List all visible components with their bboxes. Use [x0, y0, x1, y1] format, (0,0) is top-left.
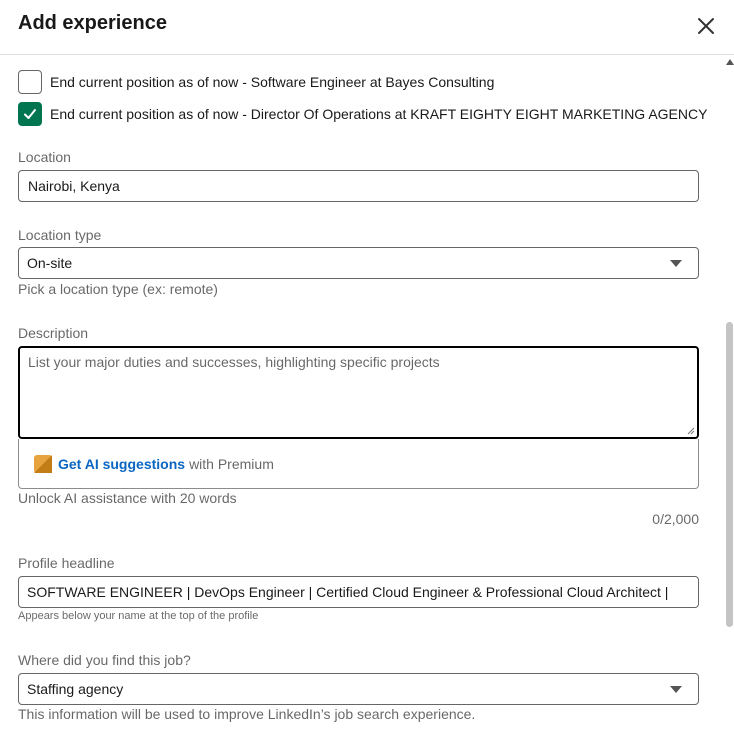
description-textarea[interactable]: List your major duties and successes, hi… [18, 346, 699, 439]
location-label: Location [18, 149, 71, 165]
end-position-kraft-label[interactable]: End current position as of now - Directo… [50, 106, 707, 122]
end-position-kraft-checkbox[interactable] [18, 102, 42, 126]
ai-suggestions-box: Get AI suggestions with Premium [18, 439, 699, 489]
form-body: End current position as of now - Softwar… [0, 56, 734, 740]
description-placeholder: List your major duties and successes, hi… [28, 354, 440, 370]
chevron-down-icon [670, 686, 682, 693]
end-position-kraft-row[interactable]: End current position as of now - Directo… [18, 102, 707, 126]
ai-suggestions-suffix: with Premium [189, 455, 274, 472]
job-source-select[interactable]: Staffing agency [18, 673, 699, 705]
resize-handle-icon[interactable] [687, 427, 695, 435]
description-label: Description [18, 325, 89, 341]
location-type-value: On-site [27, 255, 73, 271]
premium-badge-icon [34, 454, 52, 473]
end-position-bayes-label[interactable]: End current position as of now - Softwar… [50, 74, 494, 90]
end-position-bayes-checkbox[interactable] [18, 70, 42, 94]
get-ai-suggestions-link[interactable]: Get AI suggestions [58, 456, 185, 472]
headline-input[interactable]: SOFTWARE ENGINEER | DevOps Engineer | Ce… [18, 576, 699, 608]
close-button[interactable] [690, 10, 722, 42]
job-source-value: Staffing agency [27, 681, 124, 697]
description-char-counter: 0/2,000 [652, 511, 699, 527]
job-source-helper: This information will be used to improve… [18, 706, 476, 722]
modal-header: Add experience [0, 0, 734, 55]
location-type-label: Location type [18, 227, 102, 243]
end-position-bayes-row[interactable]: End current position as of now - Softwar… [18, 70, 494, 94]
location-input[interactable]: Nairobi, Kenya [18, 170, 699, 202]
checkmark-icon [24, 109, 36, 119]
close-icon [698, 18, 714, 34]
chevron-down-icon [670, 260, 682, 267]
job-source-label: Where did you find this job? [18, 652, 191, 668]
location-type-helper: Pick a location type (ex: remote) [18, 281, 218, 297]
modal-title: Add experience [18, 12, 167, 34]
headline-helper: Appears below your name at the top of th… [18, 610, 259, 622]
location-type-select[interactable]: On-site [18, 247, 699, 279]
headline-label: Profile headline [18, 555, 115, 571]
ai-unlock-helper: Unlock AI assistance with 20 words [18, 490, 237, 506]
